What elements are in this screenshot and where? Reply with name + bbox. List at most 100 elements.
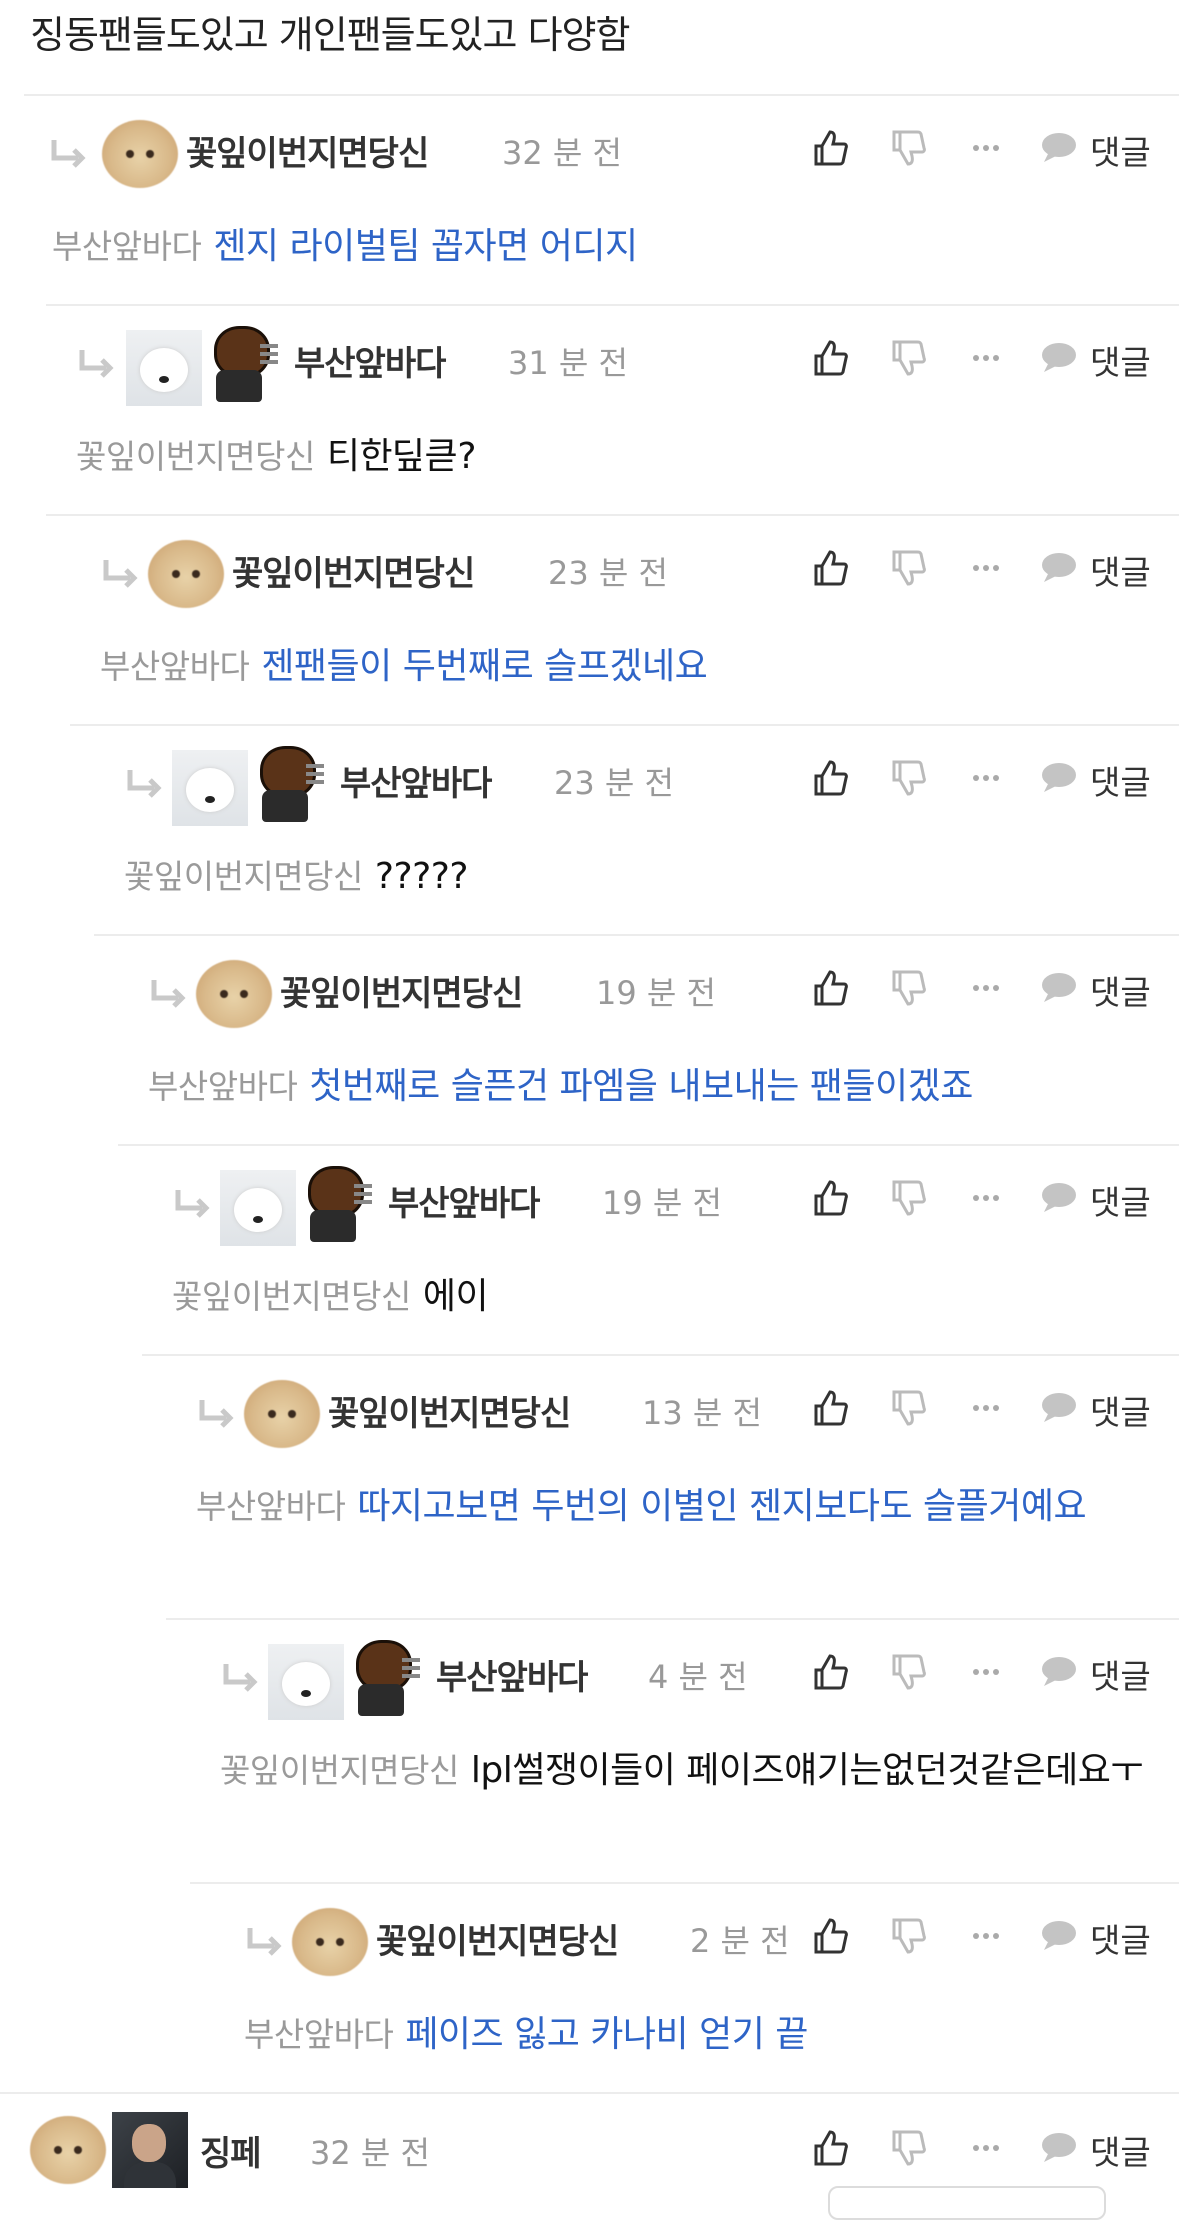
avatar-badge <box>350 1640 420 1720</box>
thumbs-up-icon[interactable] <box>810 1652 850 1692</box>
author-nickname[interactable]: 꽃잎이번지면당신 <box>376 1914 619 1963</box>
thumbs-up-icon[interactable] <box>810 968 850 1008</box>
avatar[interactable] <box>148 540 224 608</box>
thumbs-down-icon[interactable] <box>888 1178 928 1218</box>
more-options-icon[interactable] <box>966 1178 1006 1218</box>
avatar[interactable] <box>268 1644 344 1720</box>
reply-button[interactable]: 댓글 <box>1040 756 1179 802</box>
avatar[interactable] <box>30 2116 106 2184</box>
author-nickname[interactable]: 부산앞바다 <box>294 336 446 385</box>
avatar-badge <box>302 1166 372 1246</box>
load-more-button[interactable] <box>828 2186 1106 2220</box>
speech-bubble-icon <box>1042 973 1076 1002</box>
thumbs-down-icon[interactable] <box>888 2128 928 2168</box>
comment-body: 부산앞바다 첫번째로 슬픈건 파엠을 내보내는 팬들이겠죠 <box>148 1060 1168 1114</box>
mention-name[interactable]: 부산앞바다 <box>52 227 202 266</box>
author-nickname[interactable]: 꽃잎이번지면당신 <box>186 126 429 175</box>
mention-name[interactable]: 꽃잎이번지면당신 <box>172 1277 411 1316</box>
thumbs-down-icon[interactable] <box>888 128 928 168</box>
speech-bubble-icon <box>1042 763 1076 792</box>
thumbs-down-icon[interactable] <box>888 1652 928 1692</box>
mention-name[interactable]: 꽃잎이번지면당신 <box>220 1751 459 1790</box>
comment-text: 젠팬들이 두번째로 슬프겠네요 <box>261 646 708 687</box>
thumbs-up-icon[interactable] <box>810 1916 850 1956</box>
avatar[interactable] <box>126 330 202 406</box>
thumbs-up-icon[interactable] <box>810 128 850 168</box>
reply-arrow-icon <box>79 350 114 378</box>
author-nickname[interactable]: 부산앞바다 <box>340 756 492 805</box>
author-nickname[interactable]: 꽃잎이번지면당신 <box>232 546 475 595</box>
thumbs-up-icon[interactable] <box>810 758 850 798</box>
avatar[interactable] <box>102 120 178 188</box>
comment-item: 꽃잎이번지면당신 2 분 전 댓글 부산앞바다 페이즈 잃고 카나비 얻기 끝 <box>190 1882 1179 2094</box>
comment-text: ????? <box>374 856 469 897</box>
reply-arrow-icon <box>127 770 162 798</box>
reply-arrow-icon <box>51 140 86 168</box>
speech-bubble-icon <box>1042 1183 1076 1212</box>
thumbs-down-icon[interactable] <box>888 1388 928 1428</box>
speech-bubble-icon <box>1042 1393 1076 1422</box>
reply-arrow-icon <box>151 980 186 1008</box>
reply-button[interactable]: 댓글 <box>1040 546 1179 592</box>
thumbs-up-icon[interactable] <box>810 548 850 588</box>
more-options-icon[interactable] <box>966 1388 1006 1428</box>
thumbs-up-icon[interactable] <box>810 1178 850 1218</box>
thumbs-down-icon[interactable] <box>888 338 928 378</box>
author-nickname[interactable]: 부산앞바다 <box>388 1176 540 1225</box>
reply-button[interactable]: 댓글 <box>1040 126 1179 172</box>
comment-item: 부산앞바다 4 분 전 댓글 꽃잎이번지면당신 lpl썰쟁이들이 페이즈얘기는없던… <box>166 1618 1179 1884</box>
more-options-icon[interactable] <box>966 968 1006 1008</box>
reply-button[interactable]: 댓글 <box>1040 1650 1179 1696</box>
reply-arrow-icon <box>103 560 138 588</box>
thumbs-down-icon[interactable] <box>888 1916 928 1956</box>
thumbs-up-icon[interactable] <box>810 1388 850 1428</box>
mention-name[interactable]: 부산앞바다 <box>196 1487 346 1526</box>
mention-name[interactable]: 부산앞바다 <box>148 1067 298 1106</box>
reply-button[interactable]: 댓글 <box>1040 1386 1179 1432</box>
more-options-icon[interactable] <box>966 758 1006 798</box>
avatar[interactable] <box>172 750 248 826</box>
more-options-icon[interactable] <box>966 338 1006 378</box>
comment-body: 꽃잎이번지면당신 lpl썰쟁이들이 페이즈얘기는없던것같은데요ㅜ <box>220 1744 1169 1798</box>
mention-name[interactable]: 부산앞바다 <box>100 647 250 686</box>
reply-button[interactable]: 댓글 <box>1040 336 1179 382</box>
reply-button[interactable]: 댓글 <box>1040 1176 1179 1222</box>
reply-button[interactable]: 댓글 <box>1040 2126 1179 2172</box>
avatar[interactable] <box>244 1380 320 1448</box>
mention-name[interactable]: 부산앞바다 <box>244 2015 394 2054</box>
reply-label: 댓글 <box>1090 1183 1151 1222</box>
thumbs-down-icon[interactable] <box>888 758 928 798</box>
author-nickname[interactable]: 징페 <box>200 2126 262 2175</box>
more-options-icon[interactable] <box>966 1916 1006 1956</box>
author-nickname[interactable]: 부산앞바다 <box>436 1650 588 1699</box>
more-options-icon[interactable] <box>966 1652 1006 1692</box>
speech-bubble-icon <box>1042 1657 1076 1686</box>
author-nickname[interactable]: 꽃잎이번지면당신 <box>328 1386 571 1435</box>
reply-label: 댓글 <box>1090 553 1151 592</box>
more-options-icon[interactable] <box>966 128 1006 168</box>
mention-name[interactable]: 꽃잎이번지면당신 <box>124 857 363 896</box>
comment-item: 꽃잎이번지면당신 13 분 전 댓글 부산앞바다 따지고보면 두번의 이별인 젠지… <box>142 1354 1179 1620</box>
thumbs-down-icon[interactable] <box>888 548 928 588</box>
reply-button[interactable]: 댓글 <box>1040 966 1179 1012</box>
thumbs-up-icon[interactable] <box>810 2128 850 2168</box>
avatar-badge <box>112 2112 188 2188</box>
comment-time: 23 분 전 <box>554 764 674 802</box>
avatar[interactable] <box>196 960 272 1028</box>
parent-comment-text: 징동팬들도있고 개인팬들도있고 다양함 <box>30 13 630 57</box>
more-options-icon[interactable] <box>966 548 1006 588</box>
thumbs-up-icon[interactable] <box>810 338 850 378</box>
author-nickname[interactable]: 꽃잎이번지면당신 <box>280 966 523 1015</box>
speech-bubble-icon <box>1042 553 1076 582</box>
reply-button[interactable]: 댓글 <box>1040 1914 1179 1960</box>
avatar[interactable] <box>220 1170 296 1246</box>
comment-text: lpl썰쟁이들이 페이즈얘기는없던것같은데요ㅜ <box>470 1750 1144 1791</box>
comment-body: 꽃잎이번지면당신 에이 <box>172 1270 1162 1324</box>
more-options-icon[interactable] <box>966 2128 1006 2168</box>
thumbs-down-icon[interactable] <box>888 968 928 1008</box>
speech-bubble-icon <box>1042 2133 1076 2162</box>
comment-item: 부산앞바다 19 분 전 댓글 꽃잎이번지면당신 에이 <box>118 1144 1179 1356</box>
avatar[interactable] <box>292 1908 368 1976</box>
mention-name[interactable]: 꽃잎이번지면당신 <box>76 437 315 476</box>
comment-body: 부산앞바다 젠지 라이벌팀 꼽자면 어디지 <box>52 220 1162 274</box>
